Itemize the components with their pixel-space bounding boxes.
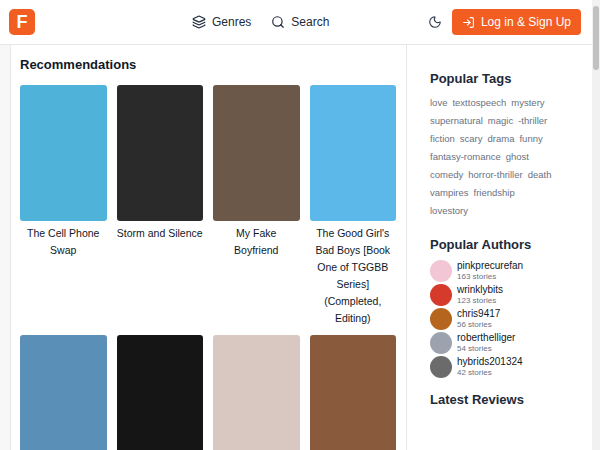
author-row[interactable]: chris941756 stories [430, 308, 584, 330]
book-cover [117, 335, 204, 450]
tag[interactable]: lovestory [430, 205, 468, 217]
scrollbar-thumb[interactable] [593, 6, 599, 70]
header: F Genres Search Log in & Sign Up [0, 0, 592, 45]
book-card[interactable] [310, 335, 397, 450]
book-card[interactable]: My Fake Boyfriend [213, 85, 300, 327]
book-card[interactable] [117, 335, 204, 450]
author-avatar [430, 260, 452, 282]
author-name: wrinklybits [457, 284, 503, 295]
book-title: Storm and Silence [117, 225, 204, 242]
section-title: Recommendations [20, 55, 396, 75]
author-avatar [430, 308, 452, 330]
tag[interactable]: drama [488, 133, 515, 145]
book-card[interactable]: The Cell Phone Swap [20, 85, 107, 327]
tag[interactable]: magic [488, 115, 513, 127]
book-title: My Fake Boyfriend [213, 225, 300, 259]
nav: Genres Search [192, 13, 329, 31]
tag[interactable]: fantasy-romance [430, 151, 501, 163]
author-row[interactable]: pinkprecurefan163 stories [430, 260, 584, 282]
scrollbar[interactable] [592, 0, 600, 450]
tag[interactable]: comedy [430, 169, 463, 181]
reviews-title: Latest Reviews [430, 390, 584, 410]
author-row[interactable]: roberthelliger54 stories [430, 332, 584, 354]
tag[interactable]: vampires [430, 187, 469, 199]
sidebar: Popular Tags love texttospeech mystery super… [406, 45, 592, 450]
book-cover [20, 85, 107, 221]
author-avatar [430, 332, 452, 354]
book-card[interactable]: Storm and Silence [117, 85, 204, 327]
author-row[interactable]: hybrids20132442 stories [430, 356, 584, 378]
author-row[interactable]: wrinklybits123 stories [430, 284, 584, 306]
book-cover [117, 85, 204, 221]
tag[interactable]: mystery [511, 97, 544, 109]
author-name: chris9417 [457, 308, 500, 319]
author-count: 163 stories [457, 271, 523, 282]
author-count: 42 stories [457, 367, 523, 378]
theme-toggle[interactable] [424, 11, 446, 33]
nav-item[interactable]: Genres [192, 13, 251, 31]
book-cover [310, 85, 397, 221]
tag[interactable]: ghost [506, 151, 529, 163]
book-cover [213, 335, 300, 450]
login-icon [462, 16, 475, 29]
book-grid: The Cell Phone Swap Storm and Silence My F… [20, 85, 396, 450]
authors-title: Popular Authors [430, 235, 584, 255]
tag-list: love texttospeech mystery supernatural magic… [430, 97, 554, 217]
tag[interactable]: love [430, 97, 447, 109]
login-button[interactable]: Log in & Sign Up [452, 9, 581, 35]
logo[interactable]: F [9, 9, 35, 35]
tag[interactable]: -thriller [518, 115, 547, 127]
tag[interactable]: friendship [474, 187, 515, 199]
book-title: The Good Girl's Bad Boys [Book One of TG… [310, 225, 397, 327]
page: F Genres Search Log in & Sign Up Recommendat… [0, 0, 600, 450]
book-card[interactable]: The Good Girl's Bad Boys [Book One of TG… [310, 85, 397, 327]
book-cover [310, 335, 397, 450]
book-cover [20, 335, 107, 450]
body: Recommendations The Cell Phone Swap Storm … [0, 45, 592, 450]
tag[interactable]: scary [460, 133, 483, 145]
main-panel: Recommendations The Cell Phone Swap Storm … [10, 45, 406, 450]
moon-icon [428, 15, 442, 29]
author-name: roberthelliger [457, 332, 515, 343]
book-title: The Cell Phone Swap [20, 225, 107, 259]
book-card[interactable] [213, 335, 300, 450]
tags-title: Popular Tags [430, 69, 584, 89]
tag[interactable]: texttospeech [452, 97, 506, 109]
author-count: 123 stories [457, 295, 503, 306]
author-count: 54 stories [457, 343, 515, 354]
tag[interactable]: fiction [430, 133, 455, 145]
author-avatar [430, 284, 452, 306]
author-avatar [430, 356, 452, 378]
search-icon [271, 15, 285, 29]
app: F Genres Search Log in & Sign Up Recommendat… [0, 0, 592, 450]
tag[interactable]: horror-thriller [468, 169, 522, 181]
tag[interactable]: funny [519, 133, 542, 145]
book-cover [213, 85, 300, 221]
nav-item[interactable]: Search [271, 13, 329, 31]
author-name: hybrids201324 [457, 356, 523, 367]
author-count: 56 stories [457, 319, 500, 330]
author-list: pinkprecurefan163 storieswrinklybits123 … [430, 260, 584, 378]
book-card[interactable] [20, 335, 107, 450]
tag[interactable]: death [528, 169, 552, 181]
layers-icon [192, 15, 206, 29]
author-name: pinkprecurefan [457, 260, 523, 271]
tag[interactable]: supernatural [430, 115, 483, 127]
